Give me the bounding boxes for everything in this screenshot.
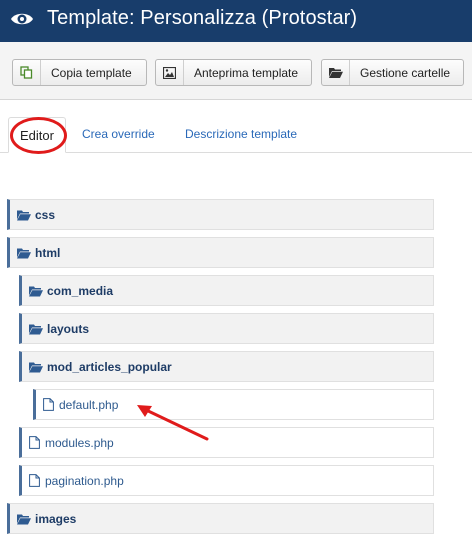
copy-template-button[interactable]: Copia template (12, 59, 147, 86)
folder-open-icon (29, 324, 43, 334)
folder-open-icon (17, 210, 31, 220)
tree-file-default-php[interactable]: default.php (33, 389, 434, 420)
tree-file-pagination-php[interactable]: pagination.php (19, 465, 434, 496)
preview-template-button[interactable]: Anteprima template (155, 59, 312, 86)
folder-open-icon (17, 248, 31, 258)
annotation-arrow (137, 405, 209, 441)
tab-template-description[interactable]: Descrizione template (185, 127, 297, 141)
folder-manager-button[interactable]: Gestione cartelle (321, 59, 464, 86)
tree-folder-mod-articles-popular[interactable]: mod_articles_popular (19, 351, 434, 382)
tab-create-override[interactable]: Crea override (82, 127, 155, 141)
tree-file-modules-php[interactable]: modules.php (19, 427, 434, 458)
tree-folder-images[interactable]: images (7, 503, 434, 534)
file-icon (29, 436, 40, 449)
toolbar: Copia template Anteprima template Gestio… (0, 42, 472, 100)
file-icon (29, 474, 40, 487)
tree-folder-com-media[interactable]: com_media (19, 275, 434, 306)
folder-open-icon (29, 286, 43, 296)
eye-icon (11, 13, 33, 25)
folder-icon (322, 60, 350, 85)
annotation-circle (10, 117, 67, 154)
page-header: Template: Personalizza (Protostar) (0, 0, 472, 42)
folder-open-icon (17, 514, 31, 524)
copy-icon (13, 60, 41, 85)
tree-folder-css[interactable]: css (7, 199, 434, 230)
folder-open-icon (29, 362, 43, 372)
tree-folder-html[interactable]: html (7, 237, 434, 268)
tab-bar: Editor Crea override Descrizione templat… (0, 100, 472, 153)
image-icon (156, 60, 184, 85)
file-icon (43, 398, 54, 411)
tree-folder-layouts[interactable]: layouts (19, 313, 434, 344)
page-title: Template: Personalizza (Protostar) (47, 7, 358, 29)
